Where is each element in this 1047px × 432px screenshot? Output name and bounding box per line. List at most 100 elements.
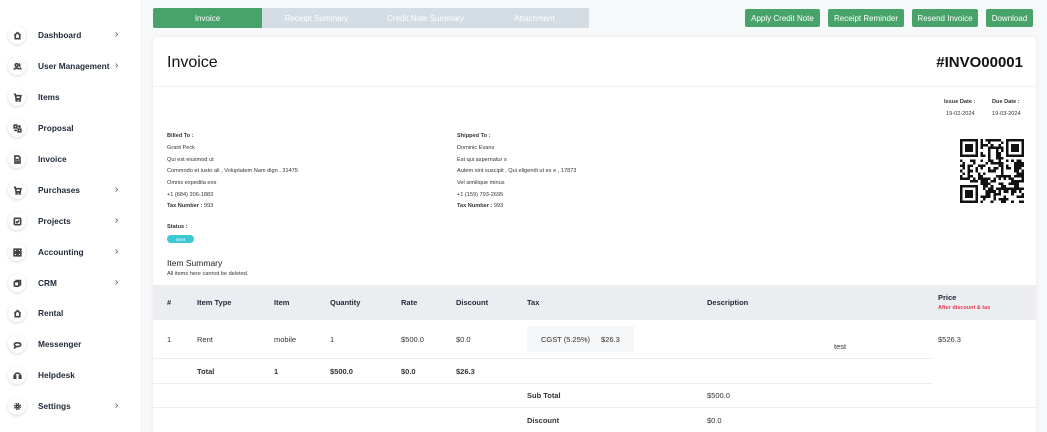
column-header-tax: Tax <box>527 298 540 307</box>
resend-invoice-button[interactable]: Resend Invoice <box>912 9 978 27</box>
discount-value: $0.0 <box>707 416 722 425</box>
column-header-item: Item <box>274 298 290 307</box>
sidebar-item-rental[interactable]: Rental <box>0 300 140 326</box>
row-discount: $0.0 <box>456 335 471 344</box>
row-divider <box>153 407 1036 408</box>
tab-invoice[interactable]: Invoice <box>153 8 262 28</box>
sidebar-item-dashboard[interactable]: Dashboard › <box>0 22 140 48</box>
tax-cell: CGST (5.25%) $26.3 <box>527 326 634 352</box>
chat-icon <box>8 335 26 353</box>
sidebar-item-label: CRM <box>38 278 57 288</box>
tab-receipt-summary[interactable]: Receipt Summary <box>262 8 371 28</box>
invoice-card: Invoice #INVO00001 Issue Date : 19-02-20… <box>153 37 1036 432</box>
sidebar-item-proposal[interactable]: Proposal <box>0 115 140 141</box>
tab-attachment[interactable]: Attachment <box>480 8 589 28</box>
sidebar-item-user-management[interactable]: User Management › <box>0 53 140 79</box>
column-header-number: # <box>167 298 172 307</box>
table-header: # Item Type Item Quantity Rate Discount … <box>153 285 1036 320</box>
discount-label: Discount <box>527 416 560 425</box>
tax-number-value: 993 <box>203 203 214 209</box>
row-quantity: 1 <box>330 335 335 344</box>
total-item: 1 <box>274 367 279 376</box>
sidebar-item-messenger[interactable]: Messenger <box>0 331 140 357</box>
chevron-right-icon: › <box>115 215 119 226</box>
row-price: $526.3 <box>938 335 961 344</box>
item-summary-title: Item Summary <box>167 258 223 268</box>
chevron-right-icon: › <box>115 400 119 411</box>
tax-amount: $26.3 <box>601 335 620 344</box>
billed-to-line2: Commodo et iusto ali , Voluptatem Nam di… <box>167 168 298 174</box>
row-item-type: Rent <box>197 335 213 344</box>
sidebar-item-label: Settings <box>38 401 71 411</box>
item-summary-note: All items here cannot be deleted. <box>167 271 249 277</box>
tax-number-label: Tax Number : <box>457 203 493 209</box>
document-icon <box>8 150 26 168</box>
billed-to-line1: Qui est eiusmod ut <box>167 157 214 163</box>
billed-to-tax: Tax Number : 993 <box>167 203 213 209</box>
price-note: After discount & tax <box>938 305 991 311</box>
sidebar: Dashboard › User Management › Items Prop… <box>0 0 140 432</box>
sidebar-item-purchases[interactable]: Purchases › <box>0 177 140 203</box>
shipped-to-name: Dominic Evans <box>457 145 495 151</box>
sidebar-item-label: Projects <box>38 216 71 226</box>
cart-icon <box>8 88 26 106</box>
chevron-right-icon: › <box>115 277 119 288</box>
billed-to-name: Grant Peck <box>167 145 195 151</box>
chevron-right-icon: › <box>115 184 119 195</box>
sidebar-item-label: Dashboard <box>38 30 82 40</box>
sidebar-item-label: Items <box>38 92 60 102</box>
column-header-rate: Rate <box>401 298 418 307</box>
row-divider <box>153 358 932 359</box>
home-icon <box>8 26 26 44</box>
status-label: Status : <box>167 224 188 230</box>
row-description: test <box>834 342 847 351</box>
total-quantity: $500.0 <box>330 367 353 376</box>
chevron-right-icon: › <box>115 29 119 40</box>
sidebar-item-label: Messenger <box>38 339 82 349</box>
column-header-description: Description <box>707 298 749 307</box>
chevron-right-icon: › <box>115 60 119 71</box>
header-divider <box>153 86 1036 87</box>
total-label: Total <box>197 367 215 376</box>
sidebar-item-settings[interactable]: Settings › <box>0 393 140 419</box>
tab-credit-note-summary[interactable]: Credit Note Summary <box>371 8 480 28</box>
sidebar-item-helpdesk[interactable]: Helpdesk <box>0 362 140 388</box>
sidebar-item-label: User Management <box>38 61 110 71</box>
sidebar-item-label: Purchases <box>38 185 80 195</box>
download-button[interactable]: Download <box>986 9 1033 27</box>
headset-icon <box>8 366 26 384</box>
shipped-to-phone: +1 (159) 793-2695 <box>457 192 504 198</box>
sub-total-label: Sub Total <box>527 391 561 400</box>
sidebar-item-crm[interactable]: CRM › <box>0 270 140 296</box>
column-header-discount: Discount <box>456 298 489 307</box>
apply-credit-note-button[interactable]: Apply Credit Note <box>745 9 820 27</box>
due-date-value: 19-03-2024 <box>992 111 1021 117</box>
sidebar-item-items[interactable]: Items <box>0 84 140 110</box>
sidebar-item-accounting[interactable]: Accounting › <box>0 239 140 265</box>
qr-code <box>960 139 1024 203</box>
proposal-icon <box>8 119 26 137</box>
cart-icon <box>8 181 26 199</box>
chevron-right-icon: › <box>115 246 119 257</box>
shipped-to-tax: Tax Number : 993 <box>457 203 503 209</box>
home-icon <box>8 304 26 322</box>
sidebar-item-label: Accounting <box>38 247 84 257</box>
issue-date-label: Issue Date : <box>944 99 976 105</box>
billed-to-line3: Omnis expedita eos <box>167 180 217 186</box>
tax-number-label: Tax Number : <box>167 203 203 209</box>
receipt-reminder-button[interactable]: Receipt Reminder <box>828 9 904 27</box>
column-header-quantity: Quantity <box>330 298 361 307</box>
row-number: 1 <box>167 335 172 344</box>
tax-name: CGST (5.25%) <box>541 335 591 344</box>
sidebar-item-label: Helpdesk <box>38 370 75 380</box>
sidebar-item-projects[interactable]: Projects › <box>0 208 140 234</box>
sidebar-item-invoice[interactable]: Invoice <box>0 146 140 172</box>
total-rate: $0.0 <box>401 367 416 376</box>
grid-icon <box>8 243 26 261</box>
invoice-tabs: Invoice Receipt Summary Credit Note Summ… <box>153 8 589 28</box>
shipped-to-line1: Est qui aspernatur s <box>457 157 507 163</box>
status-badge: Sent <box>167 235 194 243</box>
row-rate: $500.0 <box>401 335 424 344</box>
shipped-to-line2: Autem sint suscipit , Qui eligendi ut ex… <box>457 168 577 174</box>
billed-to-phone: +1 (684) 206-1883 <box>167 192 214 198</box>
